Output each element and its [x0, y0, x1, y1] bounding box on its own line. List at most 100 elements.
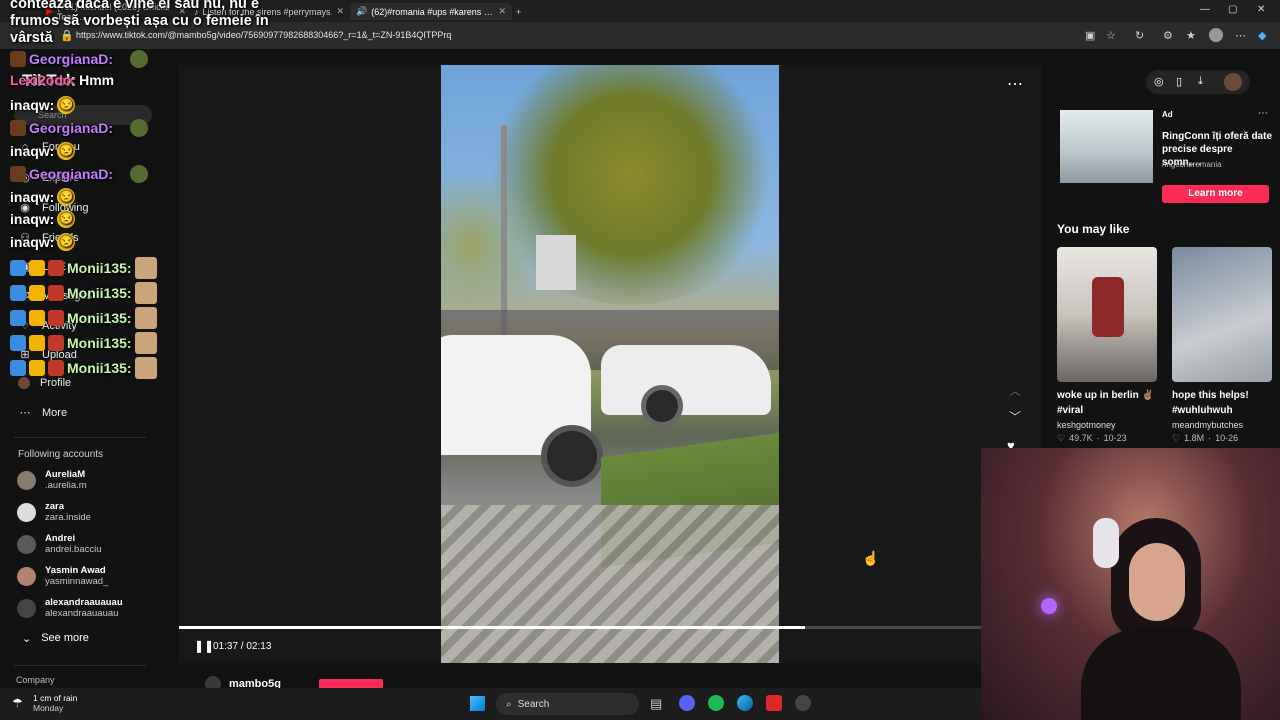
minimize-icon[interactable]: — [1200, 4, 1210, 15]
profile-avatar-icon[interactable] [1209, 28, 1223, 42]
chat-username: inaqw: [10, 234, 55, 250]
emoji-icon: 😒 [57, 233, 76, 251]
ad-more-icon[interactable]: ⋯ [1258, 108, 1268, 119]
progress-bar[interactable] [179, 626, 981, 629]
emote-icon [130, 119, 149, 137]
emote-icon [130, 165, 149, 183]
chat-message: Monii135: [10, 332, 157, 354]
suggested-video-card[interactable] [1172, 247, 1272, 382]
chat-username: GeorgianaD: [29, 166, 114, 182]
weather-day: Monday [33, 703, 64, 713]
chat-username: GeorgianaD: [29, 51, 114, 67]
favorites-icon[interactable]: ★ [1186, 29, 1196, 42]
learn-more-button[interactable]: Learn more [1162, 185, 1269, 203]
discord-icon[interactable] [679, 695, 695, 711]
dog-emote-icon [134, 332, 157, 354]
taskbar-search[interactable]: ⌕ Search [496, 693, 639, 715]
close-window-icon[interactable]: ✕ [1257, 4, 1265, 15]
download-icon[interactable]: ⤓ [1198, 75, 1203, 88]
card-stats: ♡ 1.8M · 10-26 [1172, 433, 1239, 443]
gift-icon[interactable]: ◎ [1154, 75, 1164, 88]
account-name: alexandraauauau [45, 597, 123, 608]
chat-username: Monii135: [67, 335, 132, 351]
obs-icon[interactable] [795, 695, 811, 711]
lamp-pole [501, 125, 507, 335]
sign-board [536, 235, 576, 290]
dog-emote-icon [134, 257, 157, 279]
company-link[interactable]: Company [16, 675, 55, 685]
chat-message: GeorgianaD: [10, 119, 149, 137]
more-options-icon[interactable]: ⋯ [1007, 74, 1023, 94]
chat-message: inaqw: 😒 [10, 233, 76, 251]
card-title[interactable]: hope this helps! #wuhluhwuh [1172, 388, 1280, 418]
ad-label: Ad [1162, 110, 1173, 119]
following-account[interactable]: AureliaM .aurelia.m [17, 469, 87, 491]
tab-tiktok-romania[interactable]: 🔊 (62)#romania #ups #karens … ✕ [350, 3, 512, 20]
heart-icon: ♡ [1057, 433, 1066, 443]
reader-icon[interactable]: ▣ [1085, 29, 1095, 42]
card-user[interactable]: keshgotmoney [1057, 420, 1116, 430]
more-icon[interactable]: ⋯ [1235, 29, 1246, 42]
coffee-badge-icon [10, 51, 26, 67]
following-account[interactable]: Andrei andrei.bacciu [17, 533, 102, 555]
heart-badge-icon [48, 360, 64, 376]
account-handle: andrei.bacciu [45, 544, 102, 555]
nav-more[interactable]: ⋯ More [18, 406, 68, 420]
video-frame[interactable] [441, 65, 779, 663]
search-label: Search [517, 698, 550, 710]
see-more-button[interactable]: ⌄ See more [22, 632, 89, 645]
following-account[interactable]: Yasmin Awad yasminnawad_ [17, 565, 108, 587]
favorite-star-icon[interactable]: ☆ [1106, 29, 1116, 42]
emoji-icon: 😒 [57, 188, 76, 206]
likes-count: 1.8M [1184, 433, 1205, 443]
spotify-icon[interactable] [708, 695, 724, 711]
file-explorer-icon[interactable]: ▤ [650, 696, 662, 712]
avatar [17, 598, 36, 618]
see-more-label: See more [41, 632, 89, 644]
you-may-like-header: You may like [1057, 222, 1130, 236]
edge-icon[interactable] [737, 695, 753, 711]
card-user[interactable]: meandmybutches [1172, 420, 1243, 430]
hand-cursor-icon: ☝ [862, 550, 880, 566]
ad-account[interactable]: ringconnromania [1162, 160, 1222, 169]
account-name: Yasmin Awad [45, 565, 106, 576]
crown-badge-icon [29, 335, 45, 351]
maximize-icon[interactable]: ▢ [1228, 4, 1237, 15]
crown-badge-icon [29, 260, 45, 276]
card-title[interactable]: woke up in berlin ✌🏽 #viral [1057, 388, 1165, 418]
coffee-badge-icon [10, 166, 26, 182]
new-tab-button[interactable]: + [510, 3, 536, 20]
weather-widget[interactable]: 1 cm of rain Monday [33, 693, 77, 713]
extensions-icon[interactable]: ⚙ [1163, 29, 1173, 42]
chat-username: Monii135: [67, 360, 132, 376]
chat-username: Monii135: [67, 260, 132, 276]
pause-icon[interactable]: ❚❚ [194, 639, 214, 653]
phone-icon[interactable]: ▯ [1176, 75, 1182, 88]
windows-start-icon[interactable] [470, 696, 485, 711]
chevron-up-icon[interactable]: ︿ [1009, 382, 1021, 399]
close-icon[interactable]: ✕ [498, 6, 506, 17]
windows-taskbar: ☂ 1 cm of rain Monday ⌕ Search ▤ [0, 688, 981, 720]
close-icon[interactable]: ✕ [336, 6, 344, 17]
person-figure [1092, 277, 1124, 337]
coffee-badge-icon [10, 120, 26, 136]
copilot-icon[interactable]: ◆ [1258, 29, 1266, 42]
car-wheel [641, 385, 683, 427]
avatar [17, 566, 36, 586]
weather-icon[interactable]: ☂ [12, 696, 23, 710]
chat-username: inaqw: [10, 97, 55, 113]
suggested-video-card[interactable] [1057, 247, 1157, 382]
user-avatar[interactable] [1224, 73, 1242, 91]
card-stats: ♡ 49.7K · 10-23 [1057, 433, 1127, 443]
ad-thumbnail[interactable] [1060, 110, 1153, 183]
following-account[interactable]: zara zara.inside [17, 501, 91, 523]
chevron-down-icon[interactable]: ﹀ [1009, 408, 1021, 425]
refresh-icon[interactable]: ↻ [1135, 29, 1144, 42]
chat-text: Hmm [79, 72, 115, 88]
app-icon[interactable] [766, 695, 782, 711]
crown-badge-icon [29, 310, 45, 326]
following-account[interactable]: alexandraauauau alexandraauauau [17, 597, 123, 619]
chat-message: GeorgianaD: [10, 50, 149, 68]
heart-badge-icon [48, 335, 64, 351]
post-date: 10-23 [1103, 433, 1127, 443]
